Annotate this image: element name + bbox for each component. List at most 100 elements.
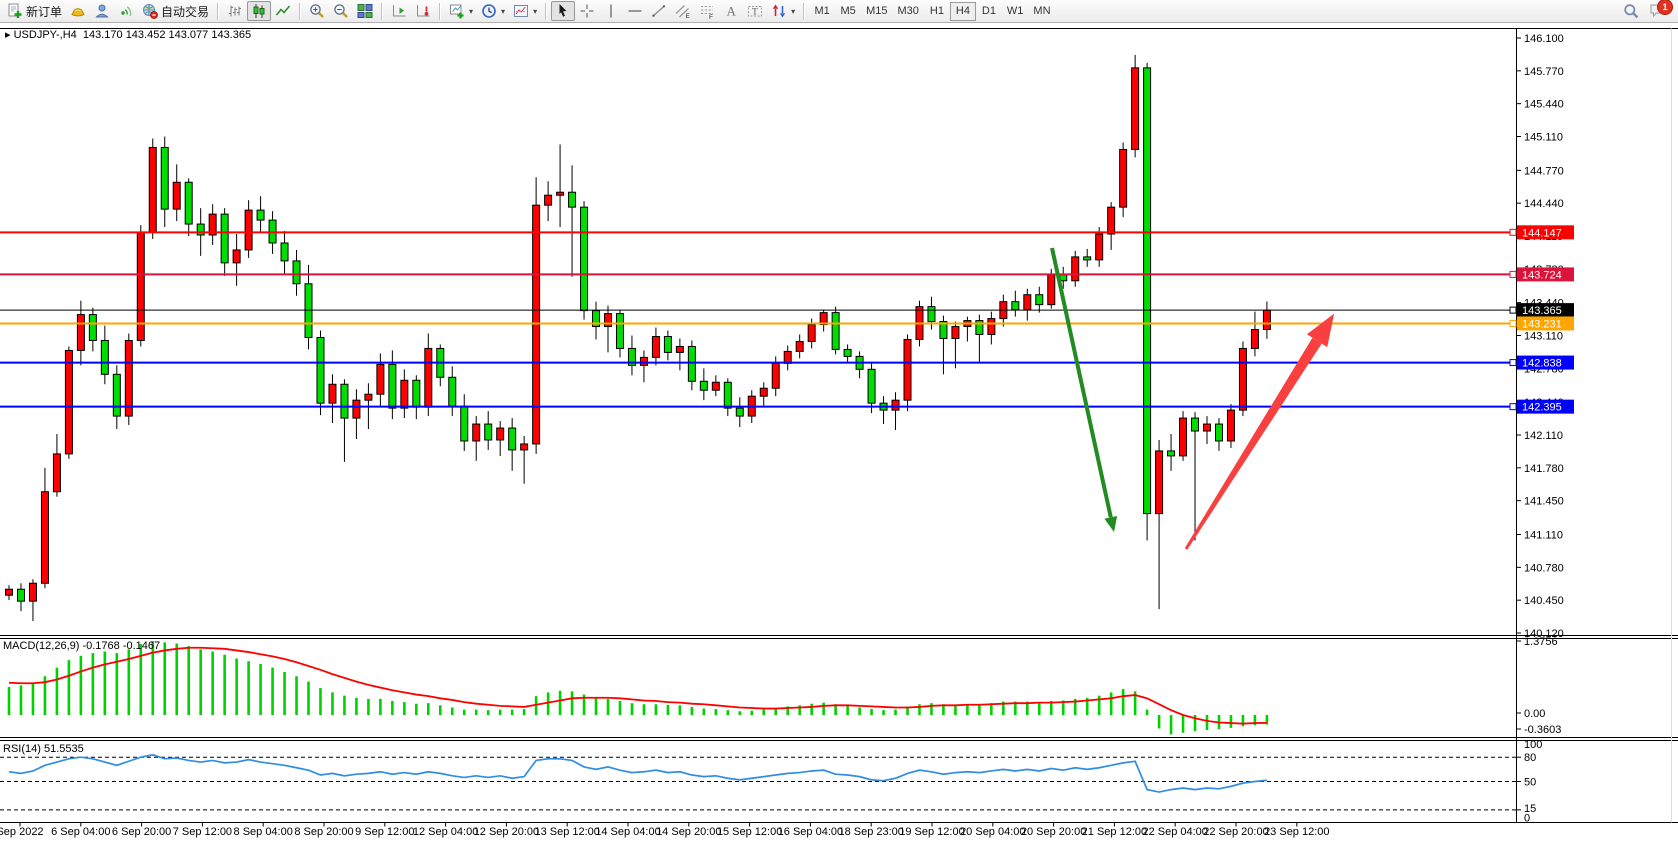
clock-icon bbox=[481, 3, 497, 19]
candle bbox=[724, 378, 731, 416]
arrows-tool-button[interactable]: ▾ bbox=[767, 1, 799, 21]
candle bbox=[293, 250, 300, 296]
toolbar-separator bbox=[381, 3, 383, 20]
signal-button[interactable] bbox=[114, 1, 138, 21]
crosshair-icon bbox=[579, 3, 595, 19]
bar-chart-button[interactable] bbox=[223, 1, 247, 21]
timeframe-button-w1[interactable]: W1 bbox=[1002, 2, 1029, 21]
svg-text:12 Sep 04:00: 12 Sep 04:00 bbox=[413, 826, 478, 838]
fibonacci-tool-button[interactable]: F bbox=[695, 1, 719, 21]
vertical-line-icon bbox=[603, 3, 619, 19]
timeframe-button-h4[interactable]: H4 bbox=[950, 2, 976, 21]
candle bbox=[1108, 202, 1115, 250]
rsi-line bbox=[9, 755, 1267, 792]
trendline-tool-button[interactable] bbox=[647, 1, 671, 21]
candle bbox=[137, 225, 144, 346]
candlestick-button[interactable] bbox=[247, 1, 271, 21]
candle bbox=[952, 322, 959, 369]
svg-text:144.770: 144.770 bbox=[1524, 165, 1564, 177]
timeframe-button-d1[interactable]: D1 bbox=[976, 2, 1002, 21]
rsi-pane[interactable]: 1008050150 bbox=[0, 739, 1542, 825]
price-axis[interactable]: 146.100145.770145.440145.110144.770144.4… bbox=[1510, 33, 1574, 640]
price-badge: 144.147 bbox=[1510, 225, 1574, 239]
candles-layer[interactable] bbox=[6, 55, 1271, 621]
candle bbox=[1120, 142, 1127, 217]
notifications-button[interactable]: 1 bbox=[1649, 2, 1669, 20]
candle bbox=[928, 297, 935, 330]
svg-text:8 Sep 04:00: 8 Sep 04:00 bbox=[234, 826, 293, 838]
new-chart-button[interactable]: ▾ bbox=[445, 1, 477, 21]
candle bbox=[616, 310, 623, 358]
periods-button[interactable]: ▾ bbox=[477, 1, 509, 21]
profile-button[interactable] bbox=[90, 1, 114, 21]
candle bbox=[760, 382, 767, 406]
macd-pane[interactable]: 1.37560.00-0.3603 bbox=[9, 636, 1561, 736]
horizontal-line-tool-button[interactable] bbox=[623, 1, 647, 21]
candle bbox=[413, 375, 420, 419]
text-label-tool-button[interactable]: T bbox=[743, 1, 767, 21]
vertical-line-tool-button[interactable] bbox=[599, 1, 623, 21]
candle bbox=[880, 396, 887, 424]
new-order-button[interactable]: 新订单 bbox=[3, 1, 66, 21]
candle bbox=[1072, 251, 1079, 287]
candle bbox=[856, 351, 863, 378]
svg-text:23 Sep 12:00: 23 Sep 12:00 bbox=[1264, 826, 1329, 838]
template-button[interactable]: ▾ bbox=[509, 1, 541, 21]
svg-text:-0.3603: -0.3603 bbox=[1524, 724, 1561, 736]
signal-icon bbox=[118, 3, 134, 19]
candle bbox=[964, 317, 971, 342]
tile-windows-button[interactable] bbox=[353, 1, 377, 21]
svg-text:E: E bbox=[686, 13, 691, 19]
candle bbox=[784, 345, 791, 370]
svg-text:12 Sep 20:00: 12 Sep 20:00 bbox=[474, 826, 539, 838]
line-chart-button[interactable] bbox=[271, 1, 295, 21]
line-chart-icon bbox=[275, 3, 291, 19]
candlestick-icon bbox=[251, 3, 267, 19]
svg-text:142.110: 142.110 bbox=[1524, 430, 1563, 442]
candle bbox=[1180, 411, 1187, 461]
timeframe-button-h1[interactable]: H1 bbox=[924, 2, 950, 21]
cursor-tool-button[interactable] bbox=[551, 1, 575, 21]
candle bbox=[652, 328, 659, 366]
candle bbox=[676, 338, 683, 370]
text-icon: A bbox=[723, 3, 739, 19]
timeframe-button-m5[interactable]: M5 bbox=[835, 2, 861, 21]
svg-text:144.440: 144.440 bbox=[1524, 198, 1564, 210]
auto-scroll-button[interactable] bbox=[411, 1, 435, 21]
auto-trading-button[interactable]: 自动交易 bbox=[138, 1, 213, 21]
candle bbox=[569, 165, 576, 276]
macd-indicator-label: MACD(12,26,9) -0.1768 -0.1467 bbox=[3, 640, 160, 652]
timeframe-button-mn[interactable]: MN bbox=[1028, 2, 1055, 21]
gold-ingot-icon bbox=[70, 3, 86, 19]
crosshair-tool-button[interactable] bbox=[575, 1, 599, 21]
candle bbox=[449, 366, 456, 416]
svg-text:100: 100 bbox=[1524, 739, 1542, 751]
svg-text:9 Sep 12:00: 9 Sep 12:00 bbox=[355, 826, 414, 838]
zoom-in-button[interactable] bbox=[305, 1, 329, 21]
timeframe-button-m15[interactable]: M15 bbox=[861, 2, 892, 21]
candle bbox=[257, 196, 264, 232]
candle bbox=[736, 397, 743, 427]
candle bbox=[89, 308, 96, 352]
collapse-arrow-icon[interactable]: ▸ bbox=[5, 29, 11, 41]
timeframe-button-m30[interactable]: M30 bbox=[893, 2, 924, 21]
chart-shift-button[interactable] bbox=[387, 1, 411, 21]
equidistant-channel-tool-button[interactable]: E bbox=[671, 1, 695, 21]
svg-text:140.780: 140.780 bbox=[1524, 562, 1564, 574]
svg-text:50: 50 bbox=[1524, 777, 1536, 789]
text-label-icon: T bbox=[747, 3, 763, 19]
zoom-out-button[interactable] bbox=[329, 1, 353, 21]
candle bbox=[557, 144, 564, 227]
svg-text:140.450: 140.450 bbox=[1524, 595, 1564, 607]
chart-canvas[interactable]: 146.100145.770145.440145.110144.770144.4… bbox=[0, 0, 1678, 841]
time-axis[interactable]: Sep 20226 Sep 04:006 Sep 20:007 Sep 12:0… bbox=[0, 823, 1330, 839]
gold-ingot-button[interactable] bbox=[66, 1, 90, 21]
down-arrow[interactable] bbox=[1052, 248, 1117, 532]
timeframe-button-m1[interactable]: M1 bbox=[809, 2, 835, 21]
candle bbox=[245, 200, 252, 258]
text-tool-button[interactable]: A bbox=[719, 1, 743, 21]
svg-text:143.365: 143.365 bbox=[1522, 305, 1562, 317]
candle bbox=[700, 368, 707, 400]
search-button[interactable] bbox=[1619, 1, 1643, 21]
arrows-icon bbox=[771, 3, 787, 19]
